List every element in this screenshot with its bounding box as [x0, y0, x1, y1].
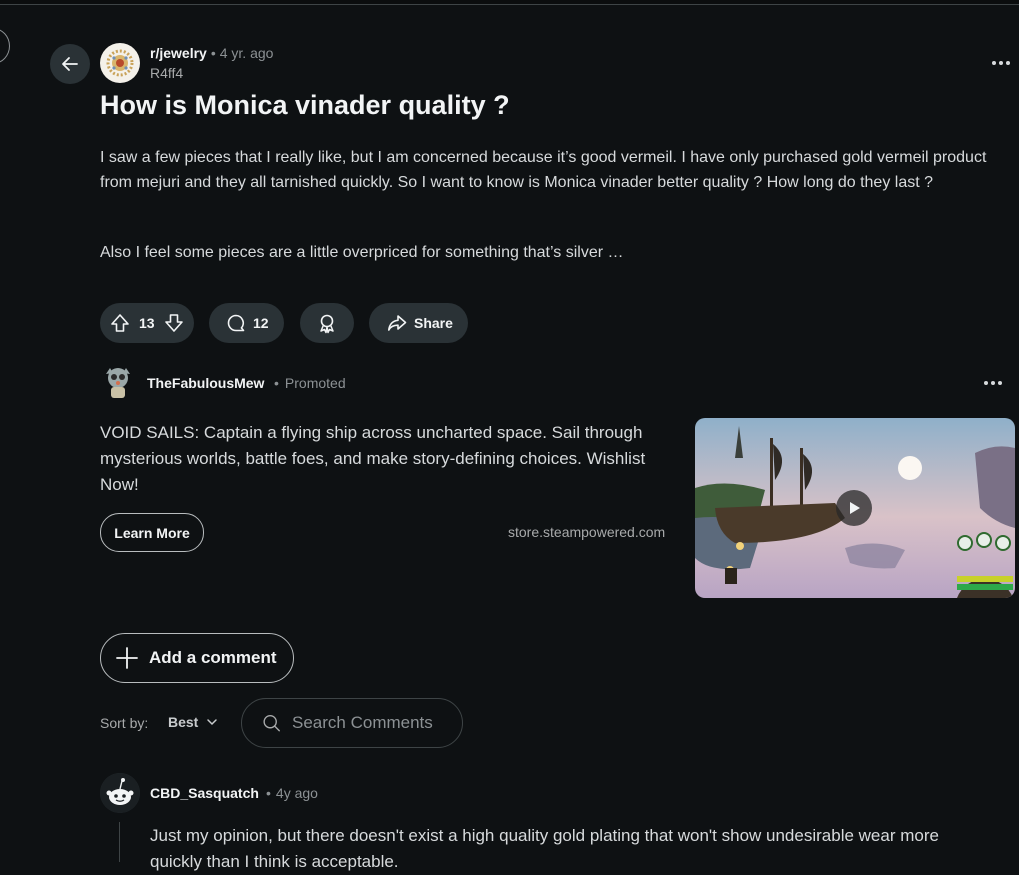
share-label: Share: [414, 315, 453, 331]
dot-icon: [999, 61, 1003, 65]
dot-icon: [1006, 61, 1010, 65]
search-comments-box[interactable]: [241, 698, 463, 748]
sort-value: Best: [168, 714, 199, 730]
award-button[interactable]: [300, 303, 354, 343]
ad-video-thumbnail[interactable]: [695, 418, 1015, 598]
upvote-icon: [111, 314, 129, 332]
jewelry-brooch-icon: [101, 44, 139, 82]
promo-avatar[interactable]: [100, 364, 136, 400]
edge-circle-button[interactable]: [0, 28, 10, 64]
arrow-left-icon: [62, 57, 78, 71]
play-icon: [850, 502, 860, 514]
post-body-paragraph: Also I feel some pieces are a little ove…: [100, 244, 624, 261]
comment-text: Just my opinion, but there doesn't exist…: [150, 826, 939, 871]
plus-icon: [116, 647, 138, 669]
add-comment-label: Add a comment: [149, 648, 277, 667]
comment-count: 12: [253, 315, 269, 331]
promo-author[interactable]: TheFabulousMew: [147, 375, 264, 391]
downvote-button[interactable]: [163, 312, 185, 334]
post-body-paragraph: I saw a few pieces that I really like, b…: [100, 149, 987, 191]
mascot-avatar-icon: [106, 368, 130, 398]
sort-label: Sort by:: [100, 715, 149, 731]
search-comments-input[interactable]: [292, 713, 462, 733]
promoted-text: Promoted: [284, 375, 346, 391]
comment-time: • 4y ago: [266, 785, 318, 801]
promoted-label: • Promoted: [274, 375, 346, 391]
dot-icon: [984, 381, 988, 385]
promo-overflow-menu[interactable]: [984, 378, 1006, 388]
ad-domain[interactable]: store.steampowered.com: [508, 524, 665, 540]
sort-dropdown[interactable]: Best: [168, 714, 218, 730]
award-icon: [320, 314, 334, 334]
comment-author[interactable]: CBD_Sasquatch: [150, 785, 259, 801]
downvote-icon: [164, 314, 183, 332]
back-button[interactable]: [50, 44, 90, 84]
reddit-snoo-icon: [100, 773, 140, 813]
post-time: 4 yr. ago: [219, 45, 274, 61]
top-divider: [0, 0, 1019, 5]
learn-more-button[interactable]: Learn More: [100, 513, 204, 552]
subreddit-avatar[interactable]: [100, 43, 140, 83]
upvote-button[interactable]: [109, 312, 131, 334]
dot-icon: [998, 381, 1002, 385]
dot-icon: [992, 61, 996, 65]
comment-avatar[interactable]: [100, 773, 140, 813]
comment-bubble-icon: [227, 314, 245, 332]
comment-time-text: 4y ago: [275, 785, 318, 801]
separator-dot: •: [274, 375, 279, 391]
play-button[interactable]: [836, 490, 872, 526]
post-meta: r/jewelry • 4 yr. ago: [150, 45, 273, 61]
subreddit-name[interactable]: r/jewelry: [150, 45, 207, 61]
search-icon: [263, 714, 280, 732]
share-arrow-icon: [388, 315, 407, 331]
share-button[interactable]: Share: [369, 303, 468, 343]
comments-button[interactable]: 12: [209, 303, 284, 343]
post-overflow-menu[interactable]: [992, 58, 1014, 68]
vote-control: 13: [100, 303, 194, 343]
separator-dot: •: [210, 45, 216, 61]
add-comment-button[interactable]: Add a comment: [100, 633, 294, 683]
separator-dot: •: [266, 785, 271, 801]
chevron-down-icon: [207, 719, 218, 726]
ad-text: VOID SAILS: Captain a flying ship across…: [100, 423, 646, 494]
comment-thread-line[interactable]: [119, 822, 120, 862]
dot-icon: [991, 381, 995, 385]
vote-count: 13: [139, 315, 155, 331]
post-title: How is Monica vinader quality ?: [100, 90, 510, 120]
post-author[interactable]: R4ff4: [150, 65, 183, 81]
